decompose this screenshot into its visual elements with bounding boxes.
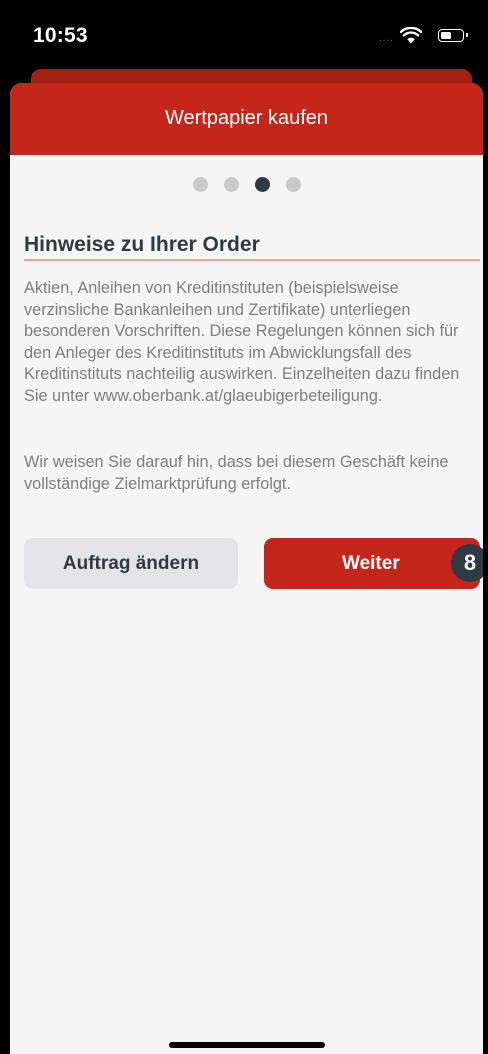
nav-bar: Wertpapier kaufen xyxy=(10,83,483,155)
status-bar: 10:53 .... xyxy=(0,0,488,72)
notice-paragraph: Aktien, Anleihen von Kreditinstituten (b… xyxy=(24,279,460,405)
page-indicator xyxy=(10,177,483,192)
home-indicator[interactable] xyxy=(169,1042,325,1048)
page-dot-4 xyxy=(285,177,301,192)
page-dot-1 xyxy=(192,177,208,192)
page-dot-3-active xyxy=(254,177,270,192)
continue-button[interactable]: Weiter 8 xyxy=(264,538,483,589)
status-time: 10:53 xyxy=(33,24,88,47)
step-badge: 8 xyxy=(451,544,483,582)
change-order-label: Auftrag ändern xyxy=(62,553,200,574)
section-title: Hinweise zu Ihrer Order xyxy=(24,233,260,256)
change-order-button[interactable]: Auftrag ändern xyxy=(24,538,238,589)
wifi-icon xyxy=(400,27,422,44)
target-market-paragraph: Wir weisen Sie darauf hin, dass bei dies… xyxy=(24,453,449,493)
battery-icon xyxy=(438,29,468,42)
order-sheet: Wertpapier kaufen Hinweise zu Ihrer Orde… xyxy=(10,83,483,1054)
page-title: Wertpapier kaufen xyxy=(164,107,329,129)
continue-label: Weiter xyxy=(342,553,400,574)
section-divider xyxy=(24,259,480,261)
signal-icon: .... xyxy=(378,33,394,44)
page-dot-2 xyxy=(223,177,239,192)
